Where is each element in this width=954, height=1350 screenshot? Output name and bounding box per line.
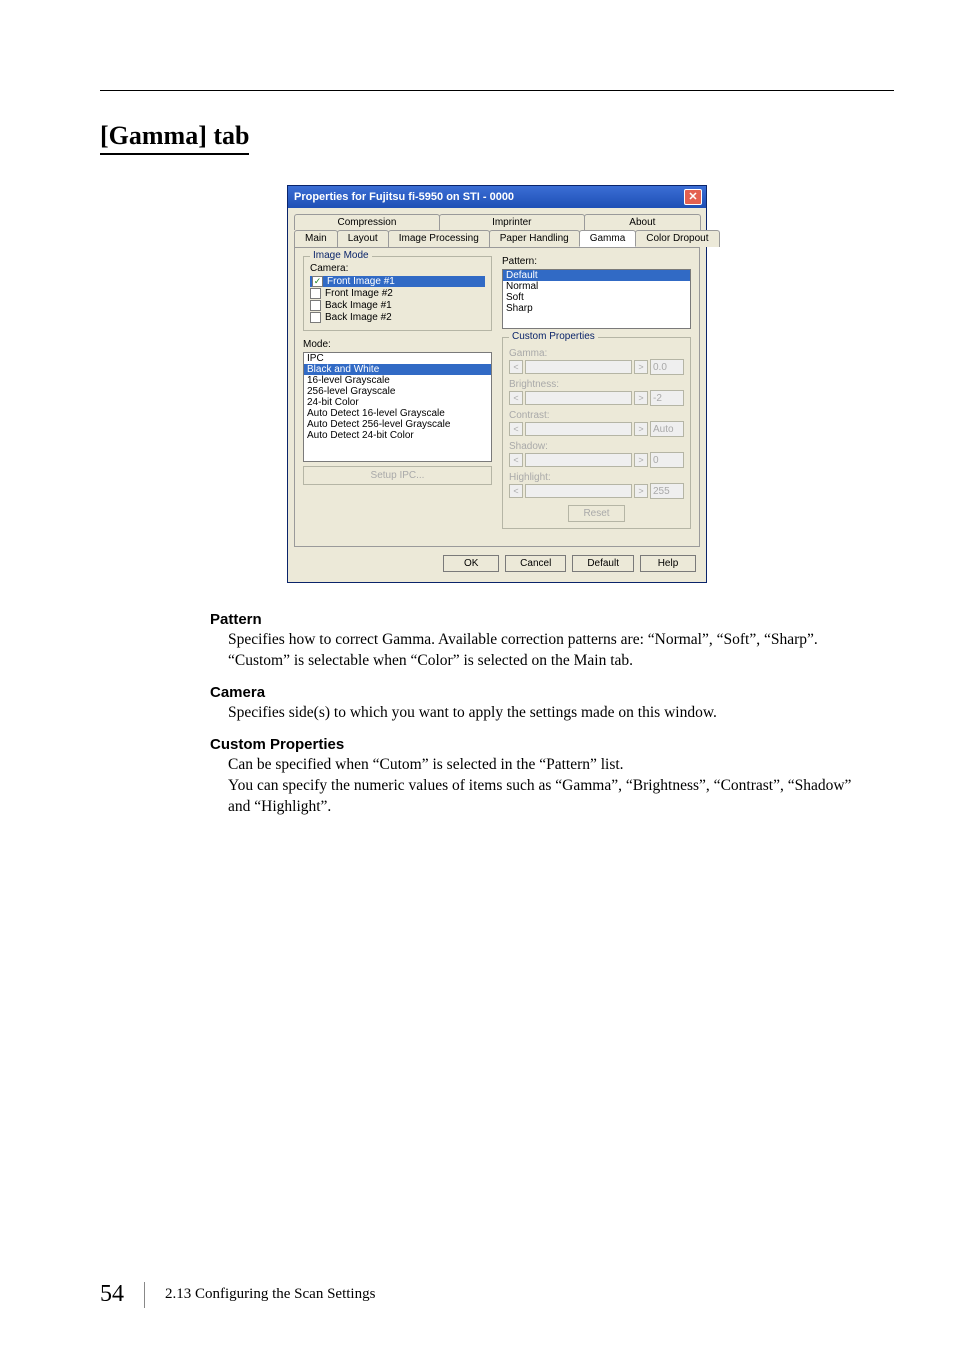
para-pattern: Specifies how to correct Gamma. Availabl… (228, 630, 864, 672)
heading-pattern: Pattern (210, 611, 864, 628)
list-item[interactable]: Default (503, 270, 690, 281)
image-mode-group: Image Mode Camera: ✓Front Image #1 Front… (303, 256, 492, 331)
para-camera: Specifies side(s) to which you want to a… (228, 703, 864, 724)
shadow-value: 0 (650, 452, 684, 468)
highlight-label: Highlight: (509, 472, 684, 483)
top-rule (100, 90, 894, 91)
camera-item-label: Front Image #2 (325, 288, 393, 299)
tab-panel: Image Mode Camera: ✓ Front Image #1 Front… (294, 247, 700, 547)
mode-label: Mode: (303, 339, 492, 350)
default-button[interactable]: Default (572, 555, 634, 572)
brightness-value: -2 (650, 390, 684, 406)
chevron-left-icon[interactable]: < (509, 484, 523, 498)
footer-text: 2.13 Configuring the Scan Settings (165, 1286, 375, 1303)
tab-row-lower: Main Layout Image Processing Paper Handl… (294, 230, 700, 247)
para-custom-properties: Can be specified when “Cutom” is selecte… (228, 755, 864, 818)
highlight-value: 255 (650, 483, 684, 499)
chevron-left-icon[interactable]: < (509, 360, 523, 374)
cancel-button[interactable]: Cancel (505, 555, 566, 572)
chevron-right-icon[interactable]: > (634, 453, 648, 467)
section-title: [Gamma] tab (100, 121, 249, 155)
contrast-slider[interactable]: < >Auto (509, 421, 684, 437)
list-item[interactable]: 256-level Grayscale (304, 386, 491, 397)
slider-track[interactable] (525, 453, 632, 467)
list-item[interactable]: IPC (304, 353, 491, 364)
list-item[interactable]: Normal (503, 281, 690, 292)
chevron-right-icon[interactable]: > (634, 484, 648, 498)
footer-divider (144, 1282, 145, 1308)
chevron-left-icon[interactable]: < (509, 422, 523, 436)
dialog-title: Properties for Fujitsu fi-5950 on STI - … (294, 191, 514, 203)
highlight-slider[interactable]: < >255 (509, 483, 684, 499)
camera-item-front2[interactable]: Front Image #2 (310, 288, 485, 299)
pattern-listbox[interactable]: Default Normal Soft Sharp (502, 269, 691, 329)
tab-layout[interactable]: Layout (337, 230, 389, 247)
camera-label: Camera: (310, 263, 485, 274)
mode-listbox[interactable]: IPC Black and White 16-level Grayscale 2… (303, 352, 492, 462)
chevron-left-icon[interactable]: < (509, 391, 523, 405)
list-item[interactable]: Black and White (304, 364, 491, 375)
slider-track[interactable] (525, 422, 632, 436)
checkbox-icon (310, 288, 321, 299)
tab-row-upper: Compression Imprinter About (294, 214, 700, 230)
slider-track[interactable] (525, 360, 632, 374)
help-button[interactable]: Help (640, 555, 696, 572)
contrast-label: Contrast: (509, 410, 684, 421)
tab-color-dropout[interactable]: Color Dropout (635, 230, 719, 247)
chevron-right-icon[interactable]: > (634, 360, 648, 374)
properties-dialog: Properties for Fujitsu fi-5950 on STI - … (287, 185, 707, 583)
brightness-slider[interactable]: < >-2 (509, 390, 684, 406)
heading-camera: Camera (210, 684, 864, 701)
tab-main[interactable]: Main (294, 230, 338, 247)
shadow-slider[interactable]: < >0 (509, 452, 684, 468)
checkbox-icon (310, 300, 321, 311)
dialog-button-row: OK Cancel Default Help (288, 547, 706, 582)
heading-custom-properties: Custom Properties (210, 736, 864, 753)
brightness-label: Brightness: (509, 379, 684, 390)
list-item[interactable]: Auto Detect 256-level Grayscale (304, 419, 491, 430)
list-item[interactable]: Sharp (503, 303, 690, 314)
camera-item-back2[interactable]: Back Image #2 (310, 312, 485, 323)
camera-item-front1[interactable]: ✓ Front Image #1 (310, 276, 485, 287)
dialog-titlebar: Properties for Fujitsu fi-5950 on STI - … (288, 186, 706, 208)
gamma-value: 0.0 (650, 359, 684, 375)
page-number: 54 (100, 1281, 124, 1308)
slider-track[interactable] (525, 391, 632, 405)
checkbox-icon (310, 312, 321, 323)
tab-image-processing[interactable]: Image Processing (388, 230, 490, 247)
camera-item-back1[interactable]: Back Image #1 (310, 300, 485, 311)
gamma-slider[interactable]: < >0.0 (509, 359, 684, 375)
tab-paper-handling[interactable]: Paper Handling (489, 230, 580, 247)
pattern-label: Pattern: (502, 256, 691, 267)
checkbox-icon: ✓ (312, 276, 323, 287)
list-item[interactable]: Auto Detect 16-level Grayscale (304, 408, 491, 419)
chevron-right-icon[interactable]: > (634, 391, 648, 405)
shadow-label: Shadow: (509, 441, 684, 452)
image-mode-title: Image Mode (310, 250, 372, 261)
list-item[interactable]: 24-bit Color (304, 397, 491, 408)
tab-gamma[interactable]: Gamma (579, 230, 637, 247)
page-footer: 54 2.13 Configuring the Scan Settings (100, 1281, 375, 1308)
list-item[interactable]: Soft (503, 292, 690, 303)
gamma-label: Gamma: (509, 348, 684, 359)
camera-item-label: Back Image #1 (325, 300, 392, 311)
chevron-right-icon[interactable]: > (634, 422, 648, 436)
camera-item-label: Back Image #2 (325, 312, 392, 323)
close-icon[interactable]: ✕ (684, 189, 702, 205)
camera-item-label: Front Image #1 (327, 276, 395, 287)
tab-about[interactable]: About (584, 214, 701, 230)
tab-compression[interactable]: Compression (294, 214, 440, 230)
contrast-value: Auto (650, 421, 684, 437)
custom-properties-group: Custom Properties Gamma: <>0.0 Brightnes… (502, 337, 691, 529)
custom-properties-title: Custom Properties (509, 331, 598, 342)
list-item[interactable]: Auto Detect 24-bit Color (304, 430, 491, 441)
reset-button[interactable]: Reset (568, 505, 624, 522)
ok-button[interactable]: OK (443, 555, 499, 572)
chevron-left-icon[interactable]: < (509, 453, 523, 467)
tab-imprinter[interactable]: Imprinter (439, 214, 585, 230)
list-item[interactable]: 16-level Grayscale (304, 375, 491, 386)
slider-track[interactable] (525, 484, 632, 498)
setup-ipc-button[interactable]: Setup IPC... (303, 466, 492, 485)
